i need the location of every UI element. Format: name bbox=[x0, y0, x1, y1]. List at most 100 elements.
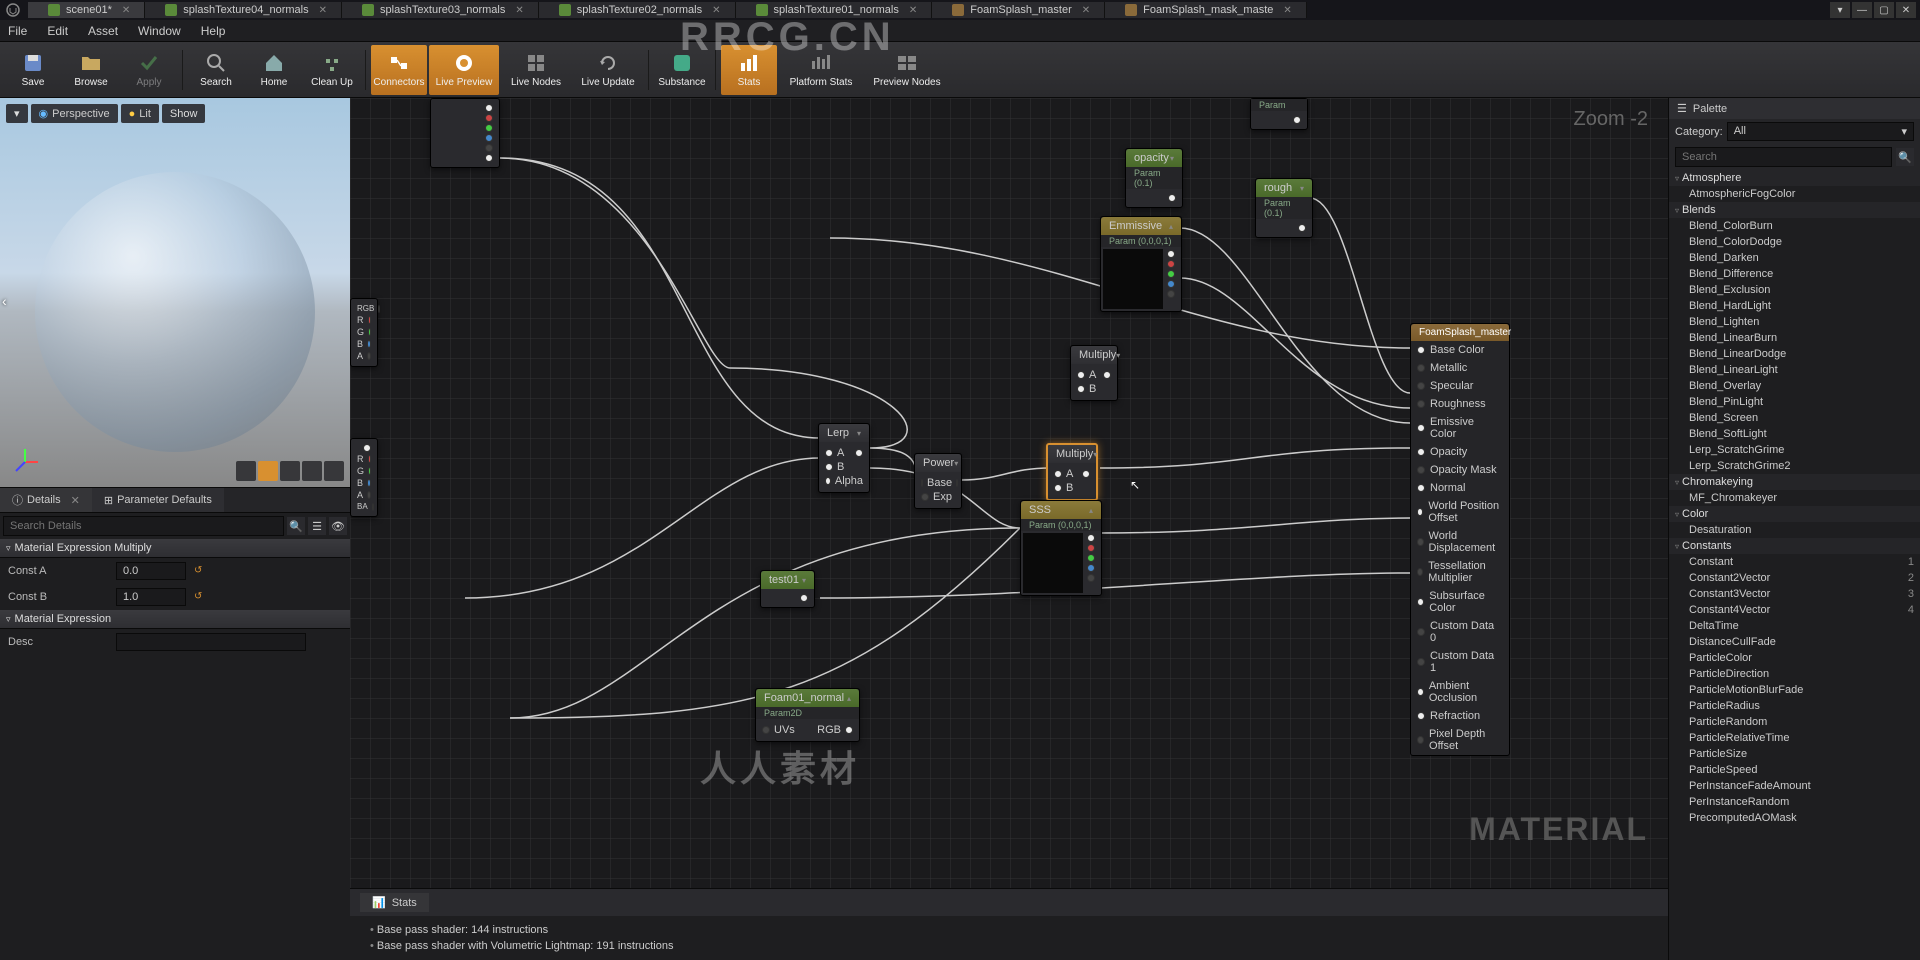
node-rough[interactable]: rough▾ Param (0.1) bbox=[1255, 178, 1313, 238]
browse-button[interactable]: Browse bbox=[63, 45, 119, 95]
palette-category[interactable]: Constants bbox=[1669, 538, 1920, 554]
palette-item[interactable]: ParticleMotionBlurFade bbox=[1669, 682, 1920, 698]
palette-item[interactable]: Blend_HardLight bbox=[1669, 298, 1920, 314]
close-icon[interactable]: ✕ bbox=[71, 494, 80, 507]
const-a-input[interactable] bbox=[116, 562, 186, 580]
output-pin[interactable]: Custom Data 0 bbox=[1411, 617, 1509, 647]
palette-item[interactable]: Blend_LinearLight bbox=[1669, 362, 1920, 378]
node-foam01-normal[interactable]: Foam01_normal▴ Param2D UVsRGB bbox=[755, 688, 860, 742]
menu-file[interactable]: File bbox=[8, 24, 27, 38]
search-icon[interactable]: 🔍 bbox=[287, 517, 305, 535]
palette-item[interactable]: Blend_SoftLight bbox=[1669, 426, 1920, 442]
node-power[interactable]: Power▾ Base Exp bbox=[914, 453, 962, 509]
document-tab[interactable]: FoamSplash_mask_maste✕ bbox=[1105, 2, 1307, 18]
livenodes-button[interactable]: Live Nodes bbox=[501, 45, 571, 95]
palette-item[interactable]: MF_Chromakeyer bbox=[1669, 490, 1920, 506]
palette-item[interactable]: ParticleColor bbox=[1669, 650, 1920, 666]
output-pin[interactable]: Specular bbox=[1411, 377, 1509, 395]
menu-help[interactable]: Help bbox=[201, 24, 226, 38]
output-pin[interactable]: World Displacement bbox=[1411, 527, 1509, 557]
palette-item[interactable]: DistanceCullFade bbox=[1669, 634, 1920, 650]
output-pin[interactable]: Base Color bbox=[1411, 341, 1509, 359]
node-emissive[interactable]: Emmissive▴ Param (0,0,0,1) bbox=[1100, 216, 1182, 312]
show-button[interactable]: Show bbox=[162, 104, 206, 123]
home-button[interactable]: Home bbox=[246, 45, 302, 95]
output-pin[interactable]: Metallic bbox=[1411, 359, 1509, 377]
platformstats-button[interactable]: Platform Stats bbox=[779, 45, 863, 95]
substance-button[interactable]: Substance bbox=[654, 45, 710, 95]
document-tab[interactable]: splashTexture03_normals✕ bbox=[342, 2, 539, 18]
node-lerp[interactable]: Lerp▾ A B Alpha bbox=[818, 423, 870, 493]
palette-item[interactable]: Blend_LinearDodge bbox=[1669, 346, 1920, 362]
node-output-foamsplash[interactable]: FoamSplash_master Base ColorMetallicSpec… bbox=[1410, 323, 1510, 756]
palette-item[interactable]: Constant2Vector2 bbox=[1669, 570, 1920, 586]
palette-category[interactable]: Atmosphere bbox=[1669, 170, 1920, 186]
reset-icon[interactable]: ↺ bbox=[194, 565, 206, 577]
shape-plane-icon[interactable] bbox=[280, 461, 300, 481]
category-select[interactable]: All ▾ bbox=[1727, 122, 1914, 141]
details-search-input[interactable] bbox=[3, 516, 284, 536]
minimize-button[interactable]: — bbox=[1852, 2, 1872, 18]
close-icon[interactable]: ✕ bbox=[1283, 5, 1291, 16]
lit-button[interactable]: ●Lit bbox=[121, 104, 159, 123]
cleanup-button[interactable]: Clean Up bbox=[304, 45, 360, 95]
liveupdate-button[interactable]: Live Update bbox=[573, 45, 643, 95]
menu-asset[interactable]: Asset bbox=[88, 24, 118, 38]
preview-viewport[interactable]: ▾ ◉Perspective ●Lit Show ‹ bbox=[0, 98, 350, 488]
output-pin[interactable]: Ambient Occlusion bbox=[1411, 677, 1509, 707]
search-icon[interactable]: 🔍 bbox=[1896, 148, 1914, 166]
close-button[interactable]: ✕ bbox=[1896, 2, 1916, 18]
menu-edit[interactable]: Edit bbox=[47, 24, 68, 38]
output-pin[interactable]: Emissive Color bbox=[1411, 413, 1509, 443]
close-icon[interactable]: ✕ bbox=[712, 5, 720, 16]
palette-item[interactable]: Blend_Overlay bbox=[1669, 378, 1920, 394]
document-tab[interactable]: scene01*✕ bbox=[28, 2, 145, 18]
viewport-menu-button[interactable]: ▾ bbox=[6, 104, 28, 123]
apply-button[interactable]: Apply bbox=[121, 45, 177, 95]
connectors-button[interactable]: Connectors bbox=[371, 45, 427, 95]
palette-item[interactable]: Blend_Darken bbox=[1669, 250, 1920, 266]
section-material-expression[interactable]: Material Expression bbox=[0, 610, 350, 629]
palette-item[interactable]: Desaturation bbox=[1669, 522, 1920, 538]
palette-category[interactable]: Chromakeying bbox=[1669, 474, 1920, 490]
palette-item[interactable]: PrecomputedAOMask bbox=[1669, 810, 1920, 826]
save-button[interactable]: Save bbox=[5, 45, 61, 95]
palette-item[interactable]: Blend_ColorDodge bbox=[1669, 234, 1920, 250]
palette-item[interactable]: ParticleRadius bbox=[1669, 698, 1920, 714]
stats-tab[interactable]: 📊Stats bbox=[360, 893, 429, 912]
palette-item[interactable]: Lerp_ScratchGrime2 bbox=[1669, 458, 1920, 474]
document-tab[interactable]: splashTexture01_normals✕ bbox=[736, 2, 933, 18]
node-texture-rgb-1[interactable]: RGB R G B A bbox=[350, 298, 378, 367]
tab-details[interactable]: ⓘDetails✕ bbox=[0, 488, 92, 512]
close-icon[interactable]: ✕ bbox=[909, 5, 917, 16]
palette-category[interactable]: Blends bbox=[1669, 202, 1920, 218]
node-multiply-1[interactable]: Multiply▾ A B bbox=[1070, 345, 1118, 401]
palette-category[interactable]: Color bbox=[1669, 506, 1920, 522]
output-pin[interactable]: Opacity Mask bbox=[1411, 461, 1509, 479]
section-material-expression-multiply[interactable]: Material Expression Multiply bbox=[0, 539, 350, 558]
tab-parameter-defaults[interactable]: ⊞Parameter Defaults bbox=[92, 488, 224, 512]
node-test01[interactable]: test01▾ bbox=[760, 570, 815, 608]
node-multiply-2[interactable]: Multiply▾ A B bbox=[1046, 443, 1098, 501]
eye-icon[interactable]: 👁 bbox=[329, 517, 347, 535]
palette-item[interactable]: PerInstanceRandom bbox=[1669, 794, 1920, 810]
shape-cylinder-icon[interactable] bbox=[236, 461, 256, 481]
desc-input[interactable] bbox=[116, 633, 306, 651]
palette-item[interactable]: Blend_PinLight bbox=[1669, 394, 1920, 410]
close-icon[interactable]: ✕ bbox=[122, 5, 130, 16]
perspective-button[interactable]: ◉Perspective bbox=[31, 104, 118, 123]
node-texture-sample[interactable] bbox=[430, 98, 500, 168]
search-button[interactable]: Search bbox=[188, 45, 244, 95]
viewport-nav-prev[interactable]: ‹ bbox=[2, 293, 18, 309]
palette-item[interactable]: ParticleSize bbox=[1669, 746, 1920, 762]
palette-item[interactable]: ParticleRelativeTime bbox=[1669, 730, 1920, 746]
node-texture-rgb-2[interactable]: R G B A BA bbox=[350, 438, 378, 517]
palette-item[interactable]: Constant4Vector4 bbox=[1669, 602, 1920, 618]
palette-item[interactable]: ParticleSpeed bbox=[1669, 762, 1920, 778]
previewnodes-button[interactable]: Preview Nodes bbox=[865, 45, 949, 95]
shape-cube-icon[interactable] bbox=[302, 461, 322, 481]
palette-search-input[interactable] bbox=[1675, 147, 1892, 167]
node-spec-partial[interactable]: Param bbox=[1250, 98, 1308, 130]
palette-item[interactable]: Constant1 bbox=[1669, 554, 1920, 570]
palette-item[interactable]: DeltaTime bbox=[1669, 618, 1920, 634]
